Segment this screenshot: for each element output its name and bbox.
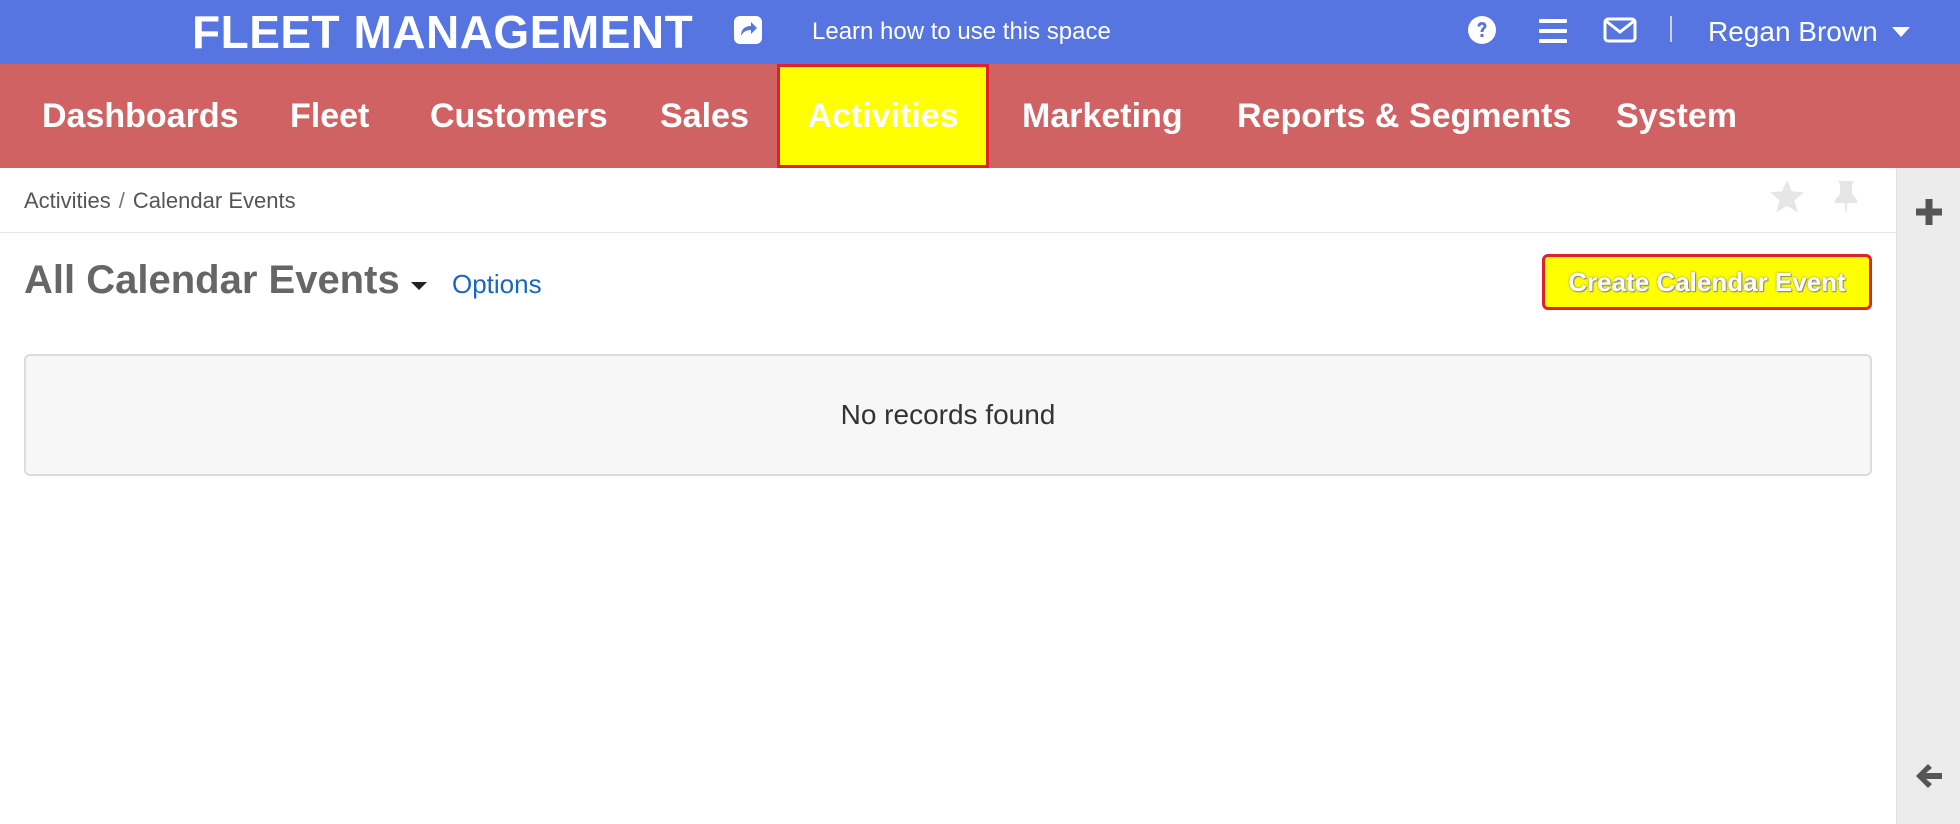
nav-item-fleet[interactable]: Fleet bbox=[290, 64, 369, 168]
breadcrumb-separator: / bbox=[118, 188, 125, 213]
empty-message: No records found bbox=[840, 399, 1056, 430]
create-calendar-event-button[interactable]: Create Calendar Event bbox=[1542, 254, 1872, 310]
topbar-divider bbox=[1670, 16, 1672, 42]
right-rail bbox=[1896, 168, 1960, 824]
nav-item-sales[interactable]: Sales bbox=[660, 64, 749, 168]
nav-item-system[interactable]: System bbox=[1616, 64, 1737, 168]
app-brand[interactable]: FLEET MANAGEMENT bbox=[192, 4, 693, 60]
options-link[interactable]: Options bbox=[452, 268, 542, 300]
view-dropdown-caret-icon[interactable] bbox=[411, 282, 427, 290]
nav-item-customers[interactable]: Customers bbox=[430, 64, 608, 168]
breadcrumb-activities[interactable]: Activities bbox=[24, 188, 111, 213]
arrow-left-icon[interactable] bbox=[1913, 760, 1945, 792]
user-name: Regan Brown bbox=[1708, 16, 1878, 47]
hamburger-menu-icon[interactable] bbox=[1536, 16, 1570, 46]
help-circle-icon[interactable] bbox=[1466, 14, 1498, 46]
star-icon[interactable] bbox=[1768, 178, 1806, 216]
nav-item-activities[interactable]: Activities bbox=[777, 64, 989, 168]
share-icon[interactable] bbox=[732, 14, 764, 46]
nav-item-dashboards[interactable]: Dashboards bbox=[42, 64, 239, 168]
page-title: All Calendar Events bbox=[24, 258, 400, 302]
caret-down-icon bbox=[1891, 27, 1910, 37]
plus-icon[interactable] bbox=[1913, 196, 1945, 228]
envelope-icon[interactable] bbox=[1602, 14, 1638, 46]
breadcrumb-calendar-events: Calendar Events bbox=[132, 188, 296, 213]
empty-records-box: No records found bbox=[24, 354, 1872, 476]
pin-icon[interactable] bbox=[1830, 178, 1862, 218]
nav-item-reports-segments[interactable]: Reports & Segments bbox=[1237, 64, 1571, 168]
breadcrumb-bar: Activities / Calendar Events bbox=[0, 168, 1896, 233]
main-nav: Dashboards Fleet Customers Sales Activit… bbox=[0, 64, 1960, 168]
breadcrumb: Activities / Calendar Events bbox=[24, 188, 296, 214]
top-bar: FLEET MANAGEMENT Learn how to use this s… bbox=[0, 0, 1960, 64]
nav-item-marketing[interactable]: Marketing bbox=[1022, 64, 1183, 168]
user-menu[interactable]: Regan Brown bbox=[1708, 14, 1910, 50]
learn-space-link[interactable]: Learn how to use this space bbox=[812, 18, 1111, 46]
